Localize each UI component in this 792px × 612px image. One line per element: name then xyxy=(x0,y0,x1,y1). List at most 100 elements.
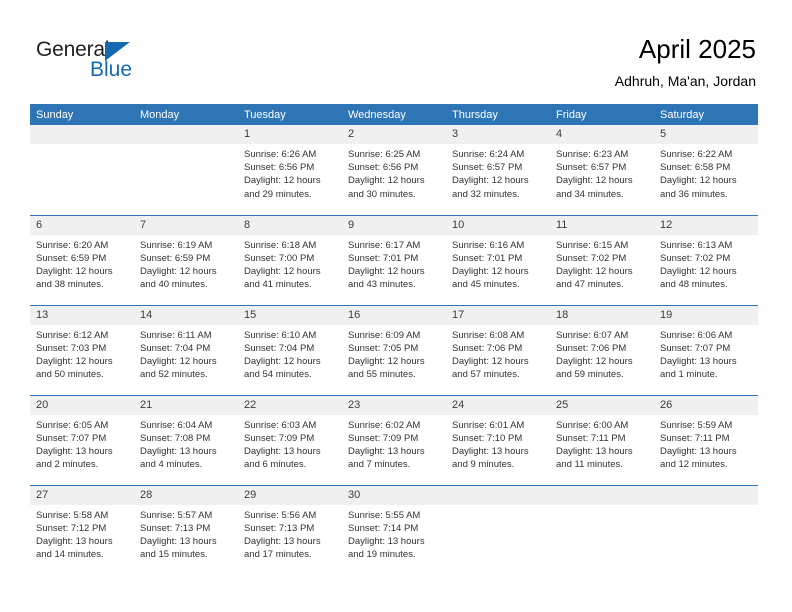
sunrise-text: Sunrise: 6:25 AM xyxy=(348,149,421,160)
day-details: Sunrise: 6:12 AM Sunset: 7:03 PM Daylight:… xyxy=(30,325,134,382)
calendar-day-cell[interactable]: 21 Sunrise: 6:04 AM Sunset: 7:08 PM Dayligh… xyxy=(134,394,238,485)
sunrise-text: Sunrise: 6:22 AM xyxy=(660,149,733,160)
sunset-text: Sunset: 7:07 PM xyxy=(36,432,107,444)
sunset-text: Sunset: 7:01 PM xyxy=(452,252,523,264)
day-number: 9 xyxy=(342,215,446,235)
day-details: Sunrise: 6:23 AM Sunset: 6:57 PM Daylight:… xyxy=(550,144,654,201)
calendar-day-cell[interactable]: 17 Sunrise: 6:08 AM Sunset: 7:06 PM Dayligh… xyxy=(446,304,550,395)
calendar-day-cell[interactable]: 16 Sunrise: 6:09 AM Sunset: 7:05 PM Dayligh… xyxy=(342,304,446,395)
daylight-text: Daylight: 13 hours and 2 minutes. xyxy=(36,445,113,471)
sunset-text: Sunset: 6:57 PM xyxy=(556,162,627,174)
day-number: 30 xyxy=(342,485,446,505)
day-number: 25 xyxy=(550,395,654,415)
general-blue-logo[interactable]: General Blue xyxy=(36,38,166,84)
calendar-week-row: 20 Sunrise: 6:05 AM Sunset: 7:07 PM Dayligh… xyxy=(30,394,758,485)
sunset-text: Sunset: 7:03 PM xyxy=(36,342,107,354)
sunrise-text: Sunrise: 6:13 AM xyxy=(660,239,733,251)
calendar-day-cell[interactable]: 24 Sunrise: 6:01 AM Sunset: 7:10 PM Dayligh… xyxy=(446,394,550,485)
sunset-text: Sunset: 6:59 PM xyxy=(140,252,211,264)
daylight-text: Daylight: 12 hours and 45 minutes. xyxy=(452,265,529,291)
calendar-day-cell[interactable]: 9 Sunrise: 6:17 AM Sunset: 7:01 PM Daylight… xyxy=(342,214,446,305)
day-number: 11 xyxy=(550,215,654,235)
daylight-text: Daylight: 12 hours and 40 minutes. xyxy=(140,265,217,291)
day-number: 19 xyxy=(654,305,758,325)
sunset-text: Sunset: 6:56 PM xyxy=(348,162,419,174)
calendar-day-cell[interactable]: 11 Sunrise: 6:15 AM Sunset: 7:02 PM Dayligh… xyxy=(550,214,654,305)
day-details: Sunrise: 6:02 AM Sunset: 7:09 PM Daylight:… xyxy=(342,415,446,472)
calendar-day-cell[interactable]: 1 Sunrise: 6:26 AM Sunset: 6:56 PM Daylight… xyxy=(238,125,342,215)
calendar-day-cell[interactable]: 18 Sunrise: 6:07 AM Sunset: 7:06 PM Dayligh… xyxy=(550,304,654,395)
sunset-text: Sunset: 7:02 PM xyxy=(660,252,731,264)
day-details: Sunrise: 5:57 AM Sunset: 7:13 PM Daylight:… xyxy=(134,505,238,562)
sunrise-text: Sunrise: 6:00 AM xyxy=(556,419,629,431)
weekday-header-friday: Friday xyxy=(550,104,654,125)
calendar-day-cell[interactable]: 8 Sunrise: 6:18 AM Sunset: 7:00 PM Daylight… xyxy=(238,214,342,305)
title-block: April 2025 Adhruh, Ma'an, Jordan xyxy=(615,33,756,91)
day-details: Sunrise: 6:11 AM Sunset: 7:04 PM Daylight:… xyxy=(134,325,238,382)
calendar-day-cell[interactable]: 6 Sunrise: 6:20 AM Sunset: 6:59 PM Daylight… xyxy=(30,214,134,305)
calendar-day-cell[interactable]: 10 Sunrise: 6:16 AM Sunset: 7:01 PM Dayligh… xyxy=(446,214,550,305)
day-details: Sunrise: 6:09 AM Sunset: 7:05 PM Daylight:… xyxy=(342,325,446,382)
calendar-day-cell[interactable]: 26 Sunrise: 5:59 AM Sunset: 7:11 PM Dayligh… xyxy=(654,394,758,485)
weekday-header-row: Sunday Monday Tuesday Wednesday Thursday Frid… xyxy=(30,104,758,125)
calendar-body: 1 Sunrise: 6:26 AM Sunset: 6:56 PM Daylight… xyxy=(30,125,758,575)
calendar-day-cell[interactable]: 7 Sunrise: 6:19 AM Sunset: 6:59 PM Daylight… xyxy=(134,214,238,305)
sunrise-text: Sunrise: 6:07 AM xyxy=(556,329,629,341)
calendar-day-cell[interactable]: 12 Sunrise: 6:13 AM Sunset: 7:02 PM Dayligh… xyxy=(654,214,758,305)
calendar-day-cell[interactable]: 30 Sunrise: 5:55 AM Sunset: 7:14 PM Dayligh… xyxy=(342,484,446,575)
weekday-header-monday: Monday xyxy=(134,104,238,125)
daylight-text: Daylight: 12 hours and 54 minutes. xyxy=(244,355,321,381)
day-number: 4 xyxy=(550,125,654,144)
calendar-day-cell[interactable]: 27 Sunrise: 5:58 AM Sunset: 7:12 PM Dayligh… xyxy=(30,484,134,575)
sunset-text: Sunset: 6:58 PM xyxy=(660,162,731,174)
day-details: Sunrise: 6:00 AM Sunset: 7:11 PM Daylight:… xyxy=(550,415,654,472)
calendar-day-cell[interactable]: 25 Sunrise: 6:00 AM Sunset: 7:11 PM Dayligh… xyxy=(550,394,654,485)
day-number: 27 xyxy=(30,485,134,505)
day-details: Sunrise: 6:24 AM Sunset: 6:57 PM Daylight:… xyxy=(446,144,550,201)
sunrise-text: Sunrise: 6:15 AM xyxy=(556,239,629,251)
daylight-text: Daylight: 12 hours and 55 minutes. xyxy=(348,355,425,381)
day-number: 15 xyxy=(238,305,342,325)
day-number: 20 xyxy=(30,395,134,415)
calendar-day-cell[interactable]: 13 Sunrise: 6:12 AM Sunset: 7:03 PM Dayligh… xyxy=(30,304,134,395)
day-details: Sunrise: 6:06 AM Sunset: 7:07 PM Daylight:… xyxy=(654,325,758,382)
day-details: Sunrise: 6:13 AM Sunset: 7:02 PM Daylight:… xyxy=(654,235,758,292)
sunset-text: Sunset: 7:14 PM xyxy=(348,522,419,534)
calendar-day-cell[interactable]: 20 Sunrise: 6:05 AM Sunset: 7:07 PM Dayligh… xyxy=(30,394,134,485)
calendar-day-cell[interactable]: 5 Sunrise: 6:22 AM Sunset: 6:58 PM Daylight… xyxy=(654,125,758,215)
calendar-day-cell[interactable]: 19 Sunrise: 6:06 AM Sunset: 7:07 PM Dayligh… xyxy=(654,304,758,395)
calendar-day-cell[interactable]: 29 Sunrise: 5:56 AM Sunset: 7:13 PM Dayligh… xyxy=(238,484,342,575)
sunset-text: Sunset: 7:09 PM xyxy=(244,432,315,444)
calendar-day-cell[interactable]: 23 Sunrise: 6:02 AM Sunset: 7:09 PM Dayligh… xyxy=(342,394,446,485)
sunset-text: Sunset: 7:02 PM xyxy=(556,252,627,264)
daylight-text: Daylight: 13 hours and 9 minutes. xyxy=(452,445,529,471)
sunrise-text: Sunrise: 6:19 AM xyxy=(140,239,213,251)
day-details: Sunrise: 6:03 AM Sunset: 7:09 PM Daylight:… xyxy=(238,415,342,472)
daylight-text: Daylight: 13 hours and 11 minutes. xyxy=(556,445,633,471)
logo-text-blue: Blue xyxy=(90,58,133,81)
day-details: Sunrise: 5:56 AM Sunset: 7:13 PM Daylight:… xyxy=(238,505,342,562)
sunset-text: Sunset: 7:09 PM xyxy=(348,432,419,444)
calendar-day-cell[interactable]: 4 Sunrise: 6:23 AM Sunset: 6:57 PM Daylight… xyxy=(550,125,654,215)
sunrise-text: Sunrise: 5:57 AM xyxy=(140,509,213,521)
day-details: Sunrise: 6:04 AM Sunset: 7:08 PM Daylight:… xyxy=(134,415,238,472)
calendar-day-cell[interactable]: 2 Sunrise: 6:25 AM Sunset: 6:56 PM Daylight… xyxy=(342,125,446,215)
sunrise-text: Sunrise: 6:08 AM xyxy=(452,329,525,341)
day-number: 24 xyxy=(446,395,550,415)
day-number: 8 xyxy=(238,215,342,235)
daylight-text: Daylight: 12 hours and 47 minutes. xyxy=(556,265,633,291)
calendar-day-cell[interactable]: 22 Sunrise: 6:03 AM Sunset: 7:09 PM Dayligh… xyxy=(238,394,342,485)
day-number: 17 xyxy=(446,305,550,325)
calendar-week-row: 13 Sunrise: 6:12 AM Sunset: 7:03 PM Dayligh… xyxy=(30,304,758,395)
calendar-day-cell[interactable]: 28 Sunrise: 5:57 AM Sunset: 7:13 PM Dayligh… xyxy=(134,484,238,575)
daylight-text: Daylight: 13 hours and 4 minutes. xyxy=(140,445,217,471)
daylight-text: Daylight: 13 hours and 14 minutes. xyxy=(36,535,113,561)
sunrise-text: Sunrise: 6:06 AM xyxy=(660,329,733,341)
day-details: Sunrise: 6:26 AM Sunset: 6:56 PM Daylight:… xyxy=(238,144,342,201)
day-details: Sunrise: 6:08 AM Sunset: 7:06 PM Daylight:… xyxy=(446,325,550,382)
calendar-day-cell[interactable]: 14 Sunrise: 6:11 AM Sunset: 7:04 PM Dayligh… xyxy=(134,304,238,395)
location-subtitle: Adhruh, Ma'an, Jordan xyxy=(614,73,756,89)
calendar-day-cell[interactable]: 15 Sunrise: 6:10 AM Sunset: 7:04 PM Dayligh… xyxy=(238,304,342,395)
day-number: 3 xyxy=(446,125,550,144)
calendar-day-cell[interactable]: 3 Sunrise: 6:24 AM Sunset: 6:57 PM Daylight… xyxy=(446,125,550,215)
